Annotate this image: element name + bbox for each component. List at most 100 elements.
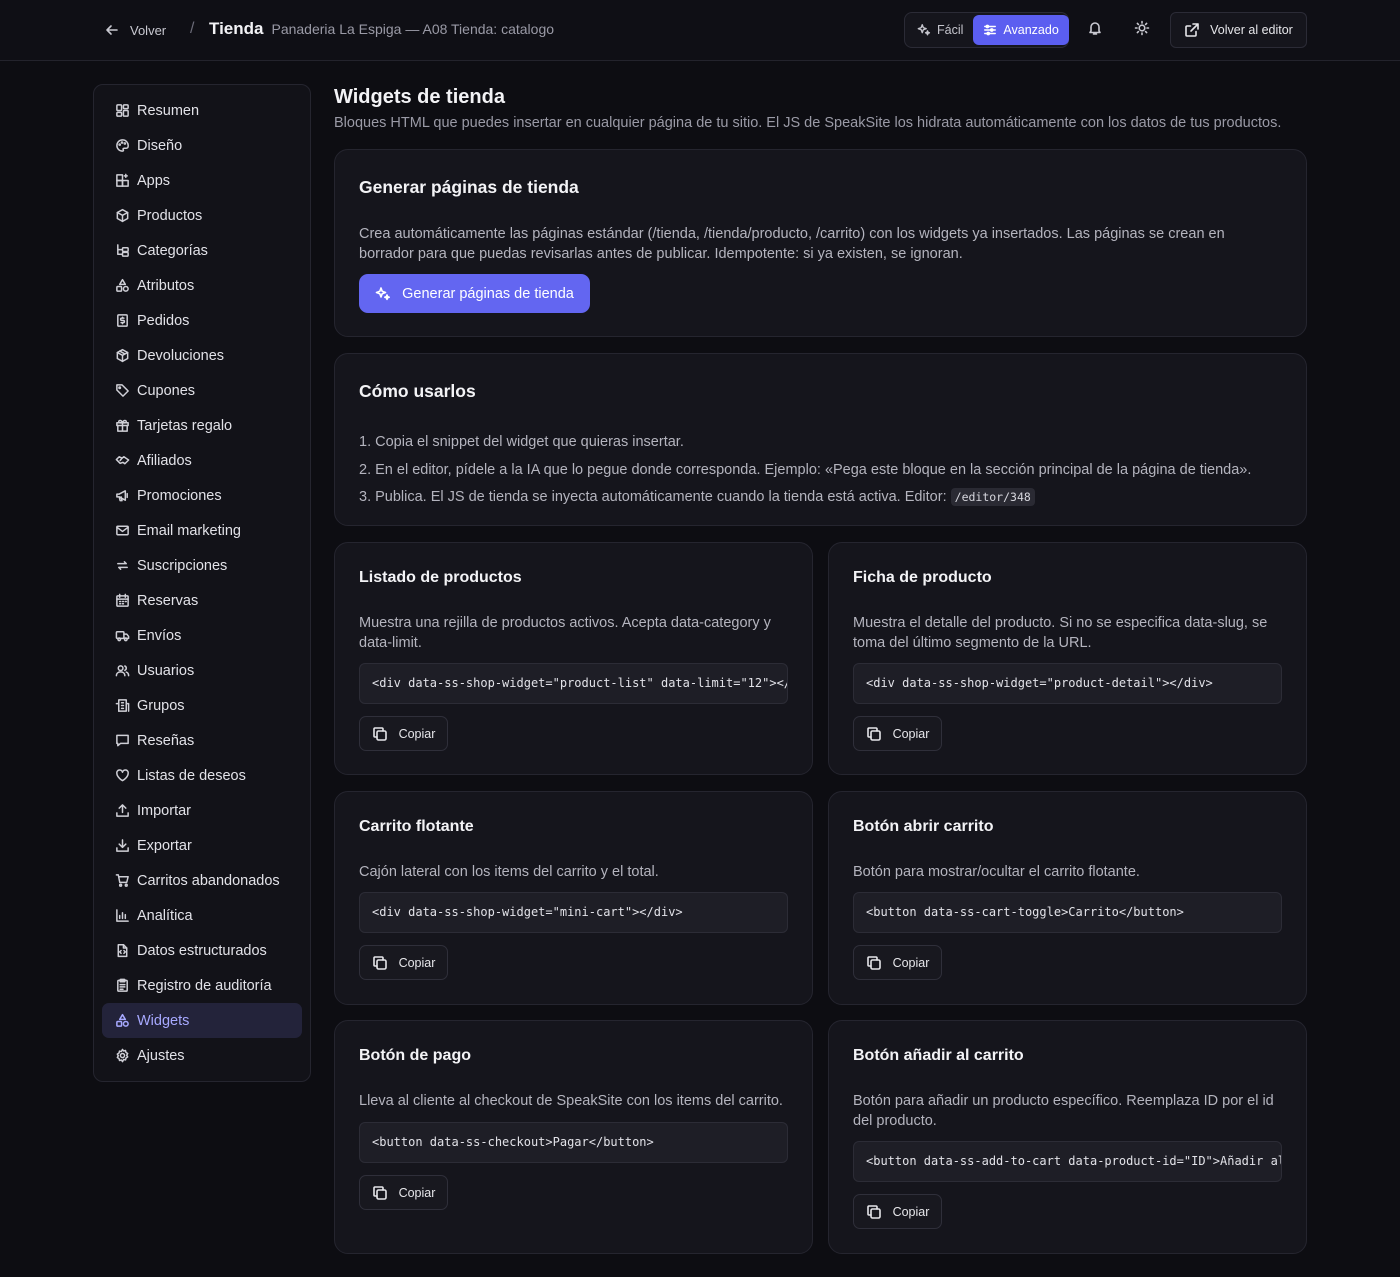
howto-step-text: 3. Publica. El JS de tienda se inyecta a… [359,489,947,505]
widget-card: Carrito flotante Cajón lateral con los it… [334,791,813,1005]
copy-label: Copiar [892,955,930,970]
sidebar-item-categorias[interactable]: Categorías [102,233,302,268]
sidebar-item-carritos-abandonados[interactable]: Carritos abandonados [102,863,302,898]
widget-title: Listado de productos [359,569,522,586]
dashboard-icon [116,104,129,117]
theme-toggle-button[interactable] [1134,20,1154,40]
sidebar-item-importar[interactable]: Importar [102,793,302,828]
sidebar-item-pedidos[interactable]: Pedidos [102,303,302,338]
sidebar-item-listas-de-deseos[interactable]: Listas de deseos [102,758,302,793]
sidebar-item-label: Ajustes [137,1047,185,1064]
copy-icon [372,955,387,970]
sidebar-item-diseno[interactable]: Diseño [102,128,302,163]
sun-icon [1134,20,1150,36]
sidebar-item-datos-estructurados[interactable]: Datos estructurados [102,933,302,968]
howto-step: 1. Copia el snippet del widget que quier… [359,434,684,450]
sidebar-item-analitica[interactable]: Analítica [102,898,302,933]
sidebar-item-ajustes[interactable]: Ajustes [102,1038,302,1073]
generate-pages-title: Generar páginas de tienda [359,177,579,197]
sidebar-item-label: Exportar [137,837,192,854]
gear-icon [116,1048,129,1063]
widget-snippet[interactable]: <div data-ss-shop-widget="mini-cart"></d… [359,892,788,933]
sidebar-item-label: Tarjetas regalo [137,417,233,434]
sidebar-item-exportar[interactable]: Exportar [102,828,302,863]
widget-snippet[interactable]: <div data-ss-shop-widget="product-detail… [853,663,1282,704]
widget-description: Cajón lateral con los items del carrito … [359,864,659,880]
sidebar-item-label: Analítica [137,907,193,924]
mode-advanced-button[interactable]: Avanzado [973,15,1069,45]
sidebar-item-atributos[interactable]: Atributos [102,268,302,303]
mail-icon [116,525,129,536]
copy-snippet-button[interactable]: Copiar [359,945,448,980]
copy-label: Copiar [892,1204,930,1219]
sidebar-item-usuarios[interactable]: Usuarios [102,653,302,688]
sidebar-item-devoluciones[interactable]: Devoluciones [102,338,302,373]
copy-label: Copiar [892,726,930,741]
cart-icon [115,874,129,887]
sidebar-item-widgets[interactable]: Widgets [102,1003,302,1038]
widget-snippet[interactable]: <button data-ss-add-to-cart data-product… [853,1141,1282,1182]
copy-snippet-button[interactable]: Copiar [853,716,942,751]
widget-snippet[interactable]: <button data-ss-cart-toggle>Carrito</but… [853,892,1282,933]
sparkles-icon [917,24,931,36]
sidebar-item-reservas[interactable]: Reservas [102,583,302,618]
section-subtitle: Bloques HTML que puedes insertar en cual… [334,115,1282,131]
sidebar-item-cupones[interactable]: Cupones [102,373,302,408]
generate-pages-description: Crea automáticamente las páginas estánda… [359,226,1225,262]
receipt-icon [117,314,128,327]
copy-icon [866,1204,881,1219]
megaphone-icon [116,490,128,502]
sidebar-item-label: Diseño [137,137,183,154]
sidebar-item-email-marketing[interactable]: Email marketing [102,513,302,548]
shapes-icon [116,1013,129,1027]
external-link-icon [1185,23,1199,37]
palette-icon [116,139,129,152]
widget-snippet[interactable]: <div data-ss-shop-widget="product-list" … [359,663,788,704]
sidebar-item-label: Suscripciones [137,557,228,574]
sidebar-item-label: Productos [137,207,203,224]
widget-title: Botón de pago [359,1047,471,1064]
mode-advanced-label: Avanzado [1003,23,1059,37]
sidebar: Resumen Diseño Apps Productos Categorías Atri… [93,84,311,1082]
widget-title: Ficha de producto [853,569,992,586]
widget-snippet[interactable]: <button data-ss-checkout>Pagar</button> [359,1122,788,1163]
mode-easy-button[interactable]: Fácil [907,15,973,45]
box-return-icon [116,348,129,363]
sidebar-item-productos[interactable]: Productos [102,198,302,233]
sidebar-item-envios[interactable]: Envíos [102,618,302,653]
howto-title: Cómo usarlos [359,381,476,401]
file-code-icon [117,943,128,958]
sidebar-item-resenas[interactable]: Reseñas [102,723,302,758]
sidebar-item-grupos[interactable]: Grupos [102,688,302,723]
copy-icon [866,726,881,741]
heart-icon [116,769,129,782]
widget-description: Botón para añadir un producto específico… [853,1093,1274,1129]
copy-snippet-button[interactable]: Copiar [853,945,942,980]
sidebar-item-resumen[interactable]: Resumen [102,93,302,128]
tree-icon [117,244,129,257]
sidebar-item-suscripciones[interactable]: Suscripciones [102,548,302,583]
clipboard-icon [117,978,128,992]
sidebar-item-afiliados[interactable]: Afiliados [102,443,302,478]
copy-snippet-button[interactable]: Copiar [359,1175,448,1210]
back-to-editor-button[interactable]: Volver al editor [1170,12,1307,48]
box-icon [116,208,129,223]
widget-description: Lleva al cliente al checkout de SpeakSit… [359,1093,783,1109]
sidebar-item-label: Cupones [137,382,196,399]
page-title: Tienda [209,19,264,38]
sidebar-item-promociones[interactable]: Promociones [102,478,302,513]
sidebar-item-registro-de-auditoria[interactable]: Registro de auditoría [102,968,302,1003]
generate-pages-button[interactable]: Generar páginas de tienda [359,274,590,313]
notifications-button[interactable] [1087,20,1107,40]
sidebar-item-label: Pedidos [137,312,190,329]
copy-icon [372,726,387,741]
sidebar-item-tarjetas-regalo[interactable]: Tarjetas regalo [102,408,302,443]
copy-snippet-button[interactable]: Copiar [359,716,448,751]
copy-snippet-button[interactable]: Copiar [853,1194,942,1229]
back-button[interactable]: Volver [104,18,166,42]
widget-card: Botón abrir carrito Botón para mostrar/oc… [828,791,1307,1005]
sidebar-item-apps[interactable]: Apps [102,163,302,198]
copy-label: Copiar [398,955,436,970]
back-label: Volver [130,22,167,38]
truck-icon [115,631,130,642]
